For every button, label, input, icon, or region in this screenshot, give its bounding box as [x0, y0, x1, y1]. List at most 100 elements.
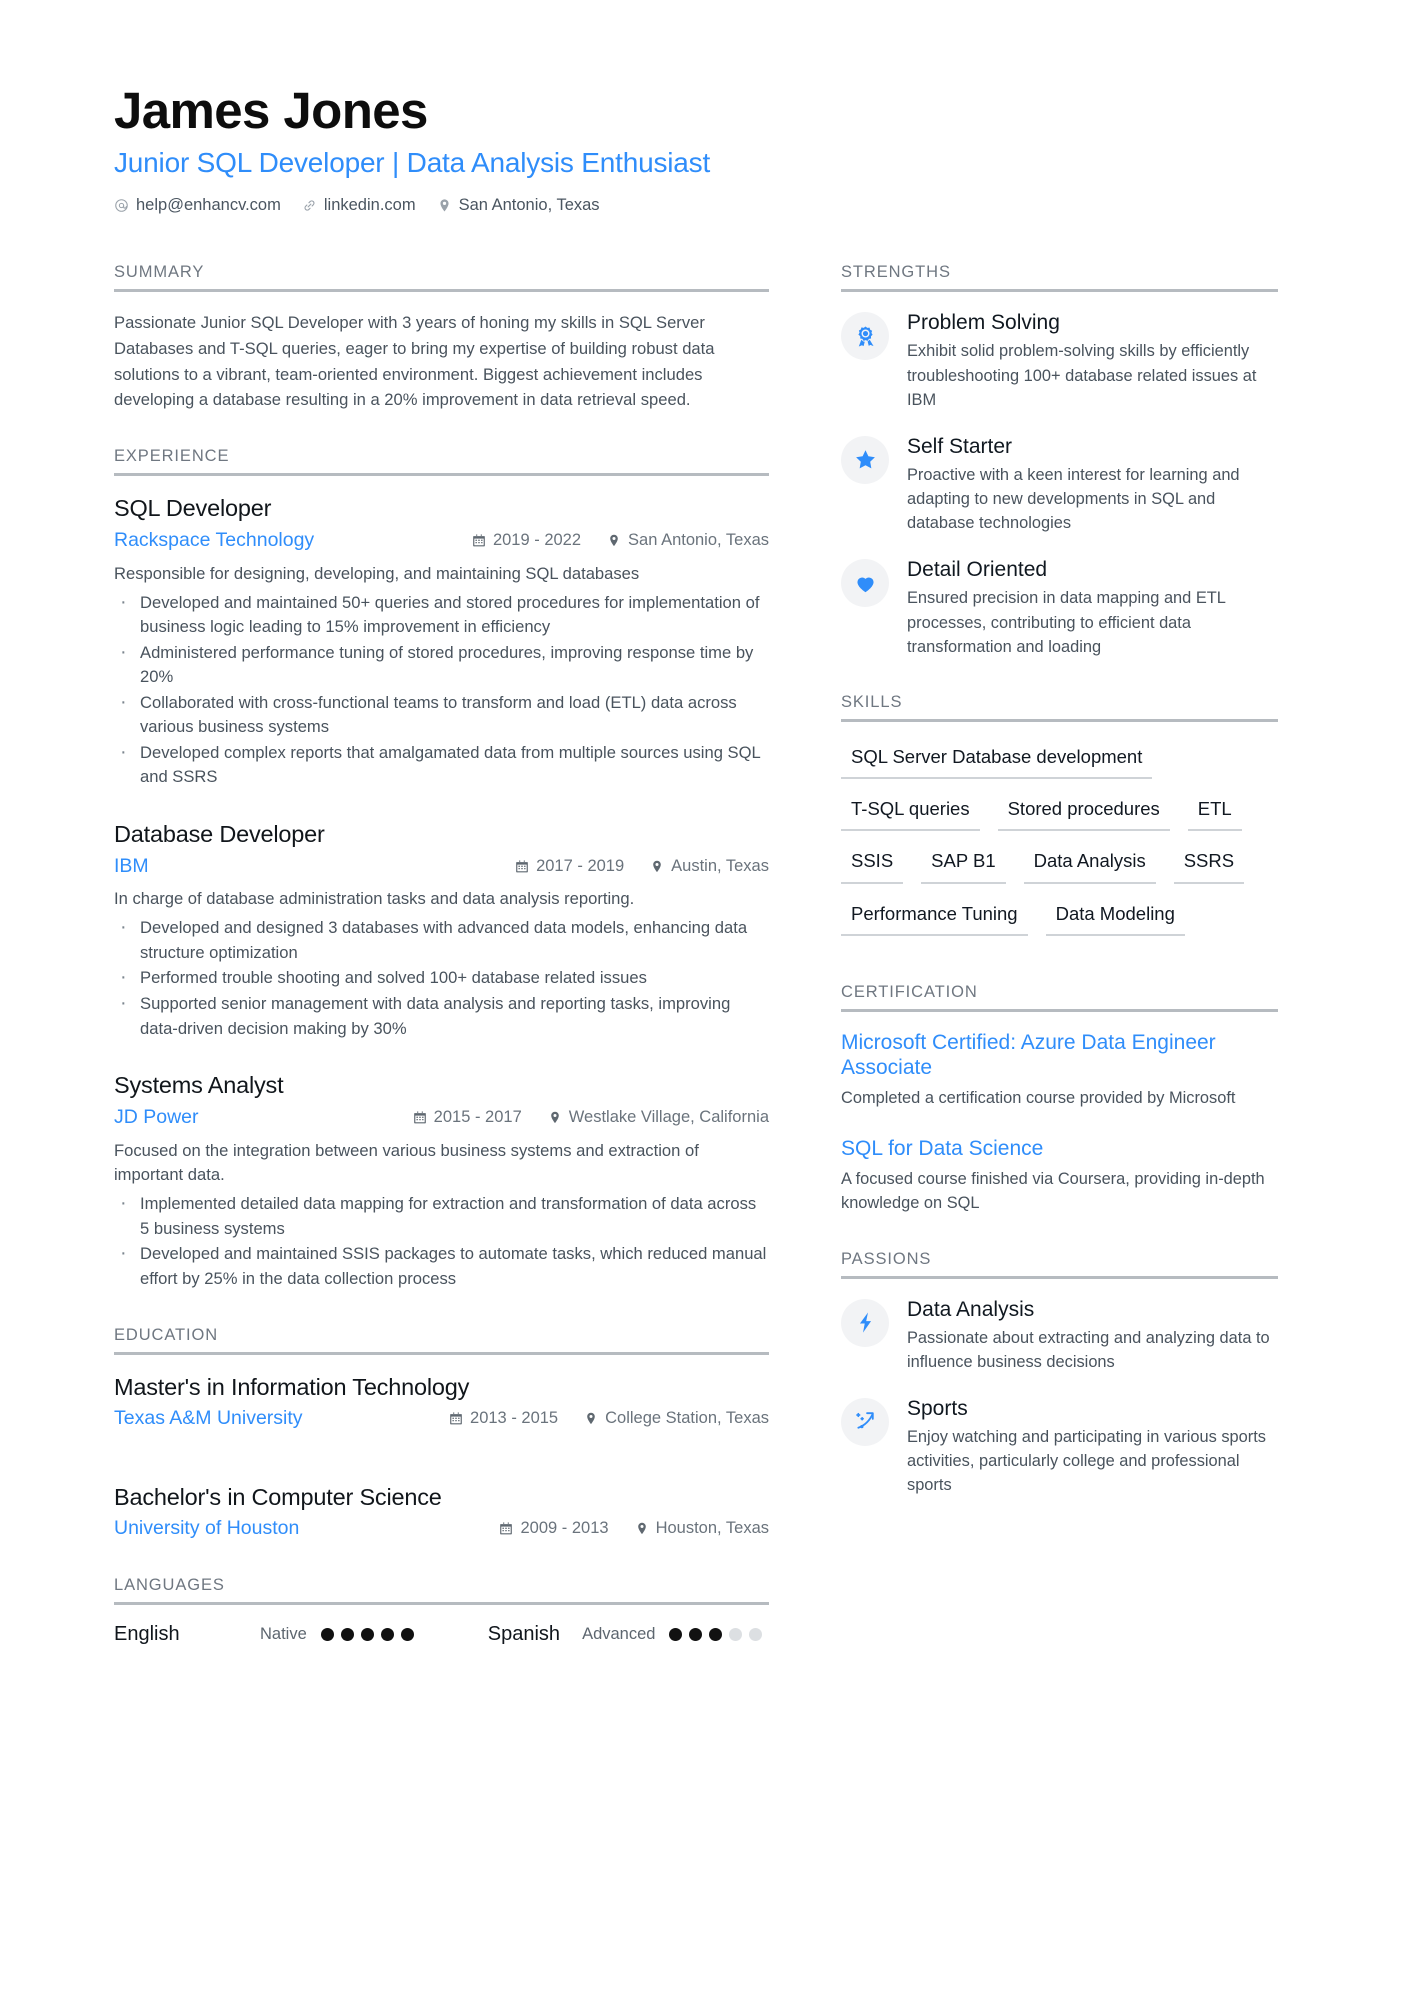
- bullet-item: Developed and designed 3 databases with …: [114, 913, 769, 965]
- experience-location: San Antonio, Texas: [607, 530, 769, 551]
- strength-description: Proactive with a keen interest for learn…: [907, 465, 1240, 533]
- passion-description: Enjoy watching and participating in vari…: [907, 1428, 1266, 1495]
- rating-dot-filled: [380, 1627, 394, 1641]
- skill-chip[interactable]: Performance Tuning: [841, 897, 1028, 937]
- experience-bullets: Developed and maintained 50+ queries and…: [114, 588, 769, 790]
- section-certification-title: CERTIFICATION: [841, 983, 978, 1002]
- passion-description: Passionate about extracting and analyzin…: [907, 1328, 1270, 1371]
- section-divider: [841, 1275, 1278, 1279]
- certification-title[interactable]: Microsoft Certified: Azure Data Engineer…: [841, 1030, 1278, 1080]
- rating-dot-filled: [320, 1627, 334, 1641]
- skill-chip[interactable]: Data Modeling: [1045, 897, 1185, 937]
- contact-row: help@enhancv.com linkedin.com San Antoni…: [114, 196, 1294, 215]
- section-certification: CERTIFICATION Microsoft Certified: Azure…: [841, 983, 1278, 1215]
- experience-description: Focused on the integration between vario…: [114, 1140, 699, 1185]
- bullet-item: Supported senior management with data an…: [114, 989, 769, 1041]
- experience-dates-text: 2019 - 2022: [492, 531, 582, 550]
- rating-dot-filled: [709, 1627, 723, 1641]
- passion-title: Sports: [907, 1396, 968, 1420]
- language-level: Advanced: [582, 1624, 656, 1643]
- education-location-text: College Station, Texas: [605, 1408, 769, 1427]
- calendar-icon: [413, 1110, 427, 1125]
- experience-dates-text: 2015 - 2017: [433, 1108, 522, 1127]
- experience-description: Responsible for designing, developing, a…: [114, 563, 640, 583]
- certification-description: Completed a certification course provide…: [841, 1088, 1236, 1107]
- skill-chip[interactable]: Data Analysis: [1023, 844, 1156, 884]
- experience-company[interactable]: IBM: [114, 854, 149, 879]
- education-dates-text: 2013 - 2015: [470, 1408, 559, 1427]
- candidate-name: James Jones: [114, 82, 428, 139]
- contact-location: San Antonio, Texas: [437, 196, 600, 215]
- calendar-icon: [472, 533, 486, 548]
- section-summary: SUMMARY Passionate Junior SQL Developer …: [114, 263, 769, 413]
- skill-chip[interactable]: SSRS: [1173, 844, 1245, 884]
- certification-title[interactable]: SQL for Data Science: [841, 1136, 1278, 1161]
- education-dates: 2009 - 2013: [499, 1518, 609, 1539]
- contact-email[interactable]: help@enhancv.com: [114, 196, 281, 215]
- location-pin-icon: [635, 1521, 649, 1536]
- contact-linkedin[interactable]: linkedin.com: [302, 196, 416, 215]
- bullet-item: Performed trouble shooting and solved 10…: [114, 963, 769, 990]
- strength-body: Self Starter Proactive with a keen inter…: [907, 434, 1278, 536]
- contact-email-text: help@enhancv.com: [136, 196, 281, 215]
- languages-row: English Native Spanish Advanced: [114, 1623, 769, 1646]
- education-degree: Master's in Information Technology: [114, 1373, 470, 1400]
- strength-item: Detail Oriented Ensured precision in dat…: [841, 557, 1278, 659]
- experience-meta: Rackspace Technology 2019 - 2022 San Ant…: [114, 528, 769, 553]
- experience-company[interactable]: Rackspace Technology: [114, 528, 314, 553]
- rating-dot-filled: [689, 1627, 703, 1641]
- experience-entry: SQL Developer Rackspace Technology 2019 …: [114, 494, 769, 790]
- education-dates: 2013 - 2015: [449, 1408, 558, 1429]
- section-divider: [114, 473, 769, 477]
- skill-chip[interactable]: SSIS: [841, 844, 904, 884]
- language-rating: [320, 1627, 414, 1641]
- skill-chip[interactable]: Stored procedures: [997, 792, 1170, 832]
- passion-item: Data Analysis Passionate about extractin…: [841, 1297, 1278, 1374]
- calendar-icon: [449, 1411, 463, 1426]
- skill-chip[interactable]: ETL: [1187, 792, 1242, 832]
- experience-dates-text: 2017 - 2019: [536, 857, 625, 876]
- experience-meta: JD Power 2015 - 2017 Westlake Village, C…: [114, 1105, 769, 1130]
- language-item: English Native: [114, 1623, 414, 1646]
- section-experience-title: EXPERIENCE: [114, 447, 230, 466]
- certification-description: A focused course finished via Coursera, …: [841, 1169, 1265, 1212]
- star-icon: [841, 435, 889, 484]
- experience-dates: 2019 - 2022: [472, 530, 581, 551]
- candidate-headline: Junior SQL Developer | Data Analysis Ent…: [114, 147, 711, 179]
- experience-company[interactable]: JD Power: [114, 1105, 199, 1130]
- bullet-item: Developed and maintained SSIS packages t…: [114, 1239, 769, 1291]
- language-rating: [669, 1627, 763, 1641]
- education-location: College Station, Texas: [584, 1408, 769, 1429]
- experience-location: Austin, Texas: [650, 856, 769, 877]
- section-languages: LANGUAGES English Native Spanish Advance…: [114, 1576, 769, 1646]
- section-divider: [841, 718, 1278, 722]
- education-school[interactable]: Texas A&M University: [114, 1406, 303, 1431]
- section-experience: EXPERIENCE SQL Developer Rackspace Techn…: [114, 447, 769, 1291]
- location-pin-icon: [437, 198, 452, 213]
- section-divider: [841, 289, 1278, 293]
- education-entry: Master's in Information Technology Texas…: [114, 1373, 769, 1432]
- strength-title: Problem Solving: [907, 311, 1060, 335]
- education-meta: University of Houston 2009 - 2013 Housto…: [114, 1516, 769, 1541]
- section-summary-title: SUMMARY: [114, 263, 205, 282]
- rating-dot-filled: [669, 1627, 683, 1641]
- experience-entry: Systems Analyst JD Power 2015 - 2017 Wes…: [114, 1071, 769, 1292]
- experience-bullets: Implemented detailed data mapping for ex…: [114, 1189, 769, 1291]
- experience-meta: IBM 2017 - 2019 Austin, Texas: [114, 854, 769, 879]
- education-location: Houston, Texas: [635, 1518, 769, 1539]
- language-item: Spanish Advanced: [488, 1623, 763, 1646]
- certification-item: SQL for Data Science A focused course fi…: [841, 1136, 1278, 1215]
- skill-chip[interactable]: SQL Server Database development: [841, 740, 1153, 780]
- bullet-item: Developed and maintained 50+ queries and…: [114, 588, 769, 640]
- skill-chip[interactable]: SAP B1: [921, 844, 1006, 884]
- section-education-title: EDUCATION: [114, 1325, 219, 1344]
- education-school[interactable]: University of Houston: [114, 1516, 299, 1541]
- experience-dates: 2015 - 2017: [413, 1107, 522, 1128]
- education-degree: Bachelor's in Computer Science: [114, 1484, 442, 1511]
- education-entry: Bachelor's in Computer Science Universit…: [114, 1483, 769, 1542]
- right-column: STRENGTHS Problem Solving Exhibit solid …: [841, 263, 1278, 1531]
- skill-chip[interactable]: T-SQL queries: [841, 792, 980, 832]
- rating-dot-filled: [340, 1627, 354, 1641]
- experience-location-text: San Antonio, Texas: [628, 531, 769, 550]
- link-icon: [302, 198, 317, 213]
